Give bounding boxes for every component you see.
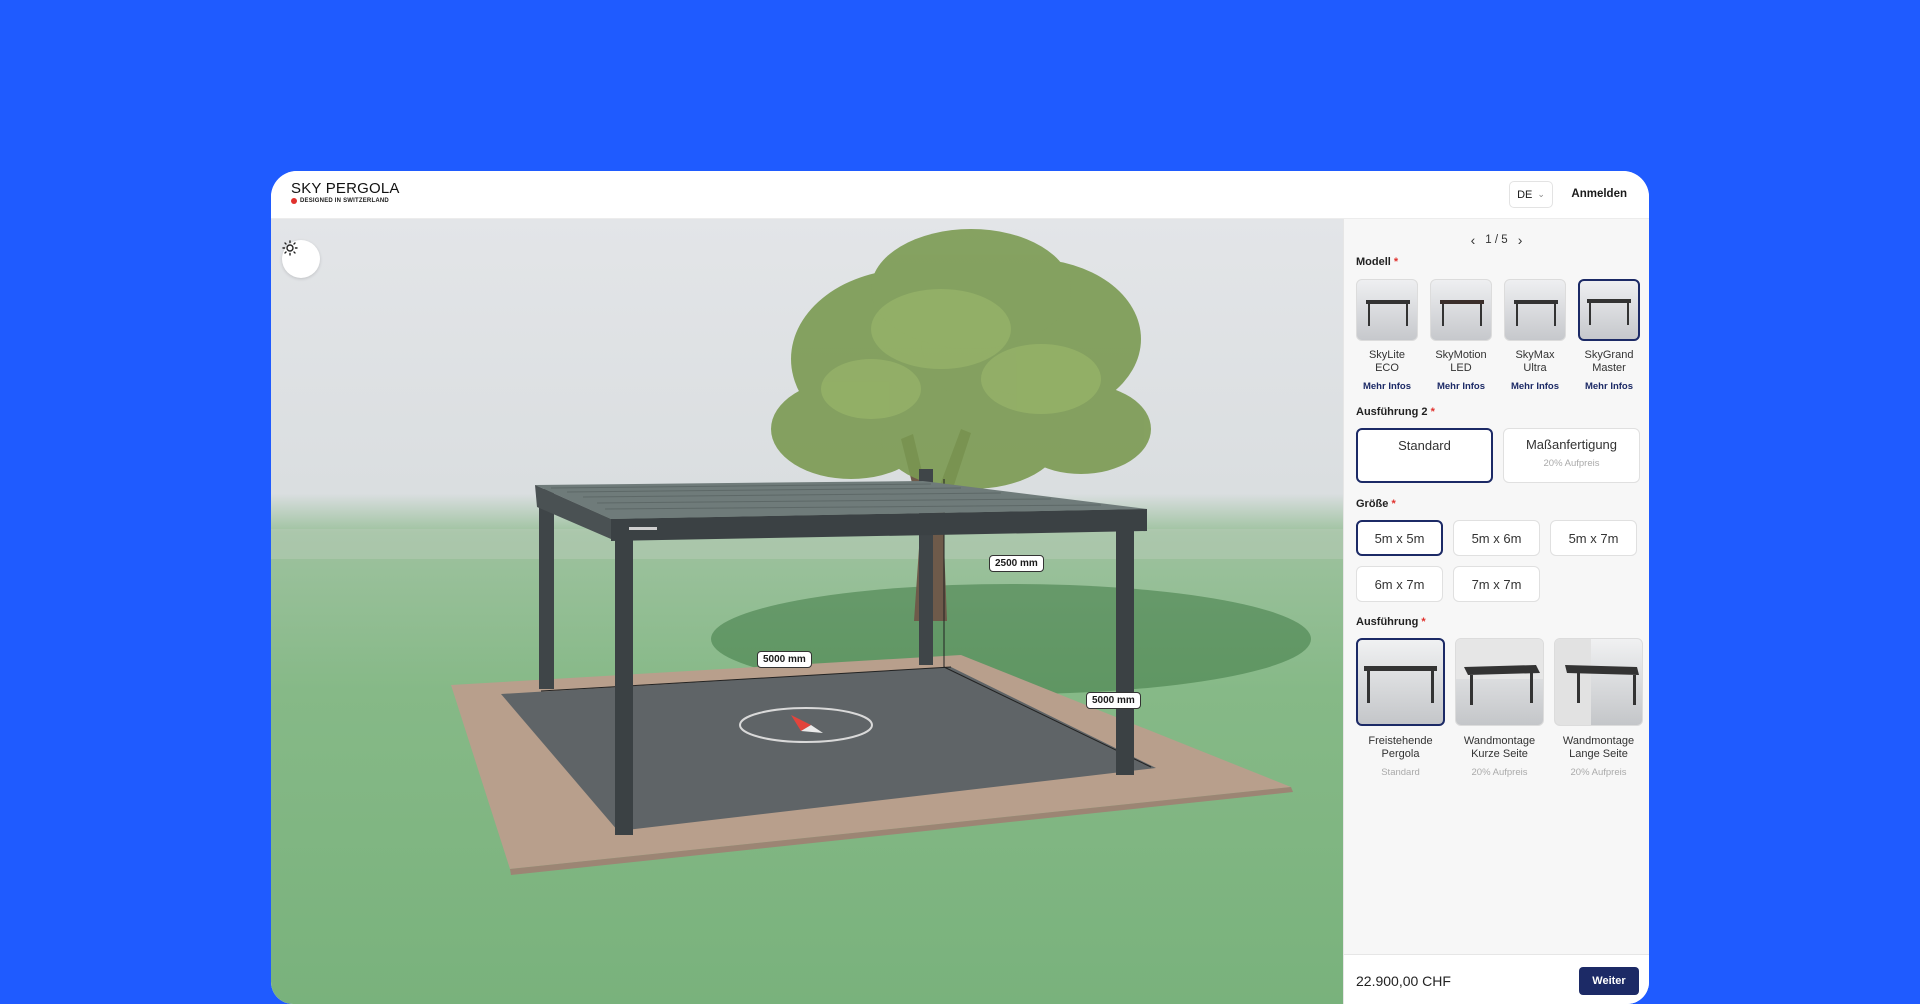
model-thumbnail: [1356, 279, 1418, 341]
size-option-6x7[interactable]: 6m x 7m: [1356, 566, 1443, 602]
option-title: Maßanfertigung: [1525, 437, 1618, 452]
mounting-freestanding-option[interactable]: Freistehende Pergola Standard: [1356, 638, 1445, 778]
size-option-7x7[interactable]: 7m x 7m: [1453, 566, 1540, 602]
light-toggle-button[interactable]: [282, 240, 320, 278]
execution2-options: Standard Maßanfertigung 20% Aufpreis: [1356, 428, 1640, 483]
swiss-flag-icon: [291, 198, 297, 204]
next-button[interactable]: Weiter: [1579, 967, 1639, 995]
size-options: 5m x 5m 5m x 6m 5m x 7m 6m x 7m 7m x 7m: [1356, 520, 1642, 602]
more-info-link[interactable]: Mehr Infos: [1504, 381, 1566, 392]
more-info-link[interactable]: Mehr Infos: [1578, 381, 1640, 392]
mounting-sub: Standard: [1381, 767, 1420, 778]
required-mark: *: [1391, 498, 1396, 510]
required-mark: *: [1430, 406, 1435, 418]
total-price: 22.900,00 CHF: [1356, 973, 1451, 989]
mounting-label: Ausführung *: [1356, 616, 1426, 628]
option-title: Standard: [1398, 438, 1451, 453]
top-bar: SKY PERGOLA DESIGNED IN SWITZERLAND DE ⌄…: [271, 171, 1649, 219]
panel-footer: 22.900,00 CHF Weiter: [1344, 954, 1649, 1004]
height-dimension-label: 2500 mm: [989, 555, 1044, 572]
execution2-label-text: Ausführung 2: [1356, 406, 1428, 418]
brand-tagline: DESIGNED IN SWITZERLAND: [291, 198, 400, 204]
execution-custom-option[interactable]: Maßanfertigung 20% Aufpreis: [1503, 428, 1640, 483]
mounting-thumbnail: [1356, 638, 1445, 726]
required-mark: *: [1393, 256, 1399, 268]
mounting-options: Freistehende Pergola Standard Wandmontag…: [1356, 638, 1643, 778]
mounting-label-text: Ausführung: [1356, 616, 1419, 628]
execution2-label: Ausführung 2 *: [1356, 406, 1435, 418]
model-options: SkyLite ECO Mehr Infos SkyMotion LED Meh…: [1356, 279, 1640, 392]
more-info-link[interactable]: Mehr Infos: [1430, 381, 1492, 392]
model-option-skylite[interactable]: SkyLite ECO Mehr Infos: [1356, 279, 1418, 392]
model-label-text: Modell: [1356, 256, 1391, 268]
language-select[interactable]: DE ⌄: [1509, 181, 1553, 208]
login-link[interactable]: Anmelden: [1571, 188, 1627, 200]
required-mark: *: [1421, 616, 1426, 628]
size-option-5x6[interactable]: 5m x 6m: [1453, 520, 1540, 556]
language-value: DE: [1517, 188, 1533, 201]
execution-standard-option[interactable]: Standard: [1356, 428, 1493, 483]
model-label: Modell *: [1356, 256, 1398, 268]
model-thumbnail: [1504, 279, 1566, 341]
step-indicator: 1 / 5: [1485, 234, 1508, 246]
size-label-text: Größe: [1356, 498, 1389, 510]
configurator-window: SKY PERGOLA DESIGNED IN SWITZERLAND DE ⌄…: [271, 171, 1649, 1004]
size-option-5x7[interactable]: 5m x 7m: [1550, 520, 1637, 556]
sun-icon: [282, 240, 298, 256]
model-option-skygrand[interactable]: SkyGrand Master Mehr Infos: [1578, 279, 1640, 392]
chevron-right-icon[interactable]: ›: [1518, 232, 1523, 248]
depth-dimension-label: 5000 mm: [1086, 692, 1141, 709]
model-option-skymax[interactable]: SkyMax Ultra Mehr Infos: [1504, 279, 1566, 392]
mounting-sub: 20% Aufpreis: [1471, 767, 1528, 778]
mounting-wall-long-option[interactable]: Wandmontage Lange Seite 20% Aufpreis: [1554, 638, 1643, 778]
model-thumbnail: [1430, 279, 1492, 341]
model-name: SkyLite ECO: [1368, 349, 1406, 374]
mounting-sub: 20% Aufpreis: [1570, 767, 1627, 778]
model-name: SkyMax Ultra: [1515, 349, 1555, 374]
model-thumbnail: [1578, 279, 1640, 341]
config-panel: ‹ 1 / 5 › Modell * SkyLite ECO Mehr Info…: [1343, 219, 1649, 1004]
pergola-scene: [271, 229, 1343, 875]
more-info-link[interactable]: Mehr Infos: [1356, 381, 1418, 392]
3d-viewport[interactable]: 2500 mm 5000 mm 5000 mm: [271, 219, 1343, 1004]
brand-tagline-text: DESIGNED IN SWITZERLAND: [300, 198, 389, 204]
option-subtitle: 20% Aufpreis: [1543, 458, 1600, 469]
mounting-name: Wandmontage Lange Seite: [1562, 735, 1635, 760]
size-option-5x5[interactable]: 5m x 5m: [1356, 520, 1443, 556]
brand-name: SKY PERGOLA: [291, 180, 400, 197]
brand-logo[interactable]: SKY PERGOLA DESIGNED IN SWITZERLAND: [291, 180, 400, 204]
chevron-left-icon[interactable]: ‹: [1471, 232, 1476, 248]
mounting-wall-short-option[interactable]: Wandmontage Kurze Seite 20% Aufpreis: [1455, 638, 1544, 778]
size-label: Größe *: [1356, 498, 1396, 510]
model-name: SkyMotion LED: [1435, 349, 1487, 374]
model-option-skymotion[interactable]: SkyMotion LED Mehr Infos: [1430, 279, 1492, 392]
mounting-thumbnail: [1455, 638, 1544, 726]
mounting-thumbnail: [1554, 638, 1643, 726]
chevron-down-icon: ⌄: [1537, 189, 1545, 199]
model-name: SkyGrand Master: [1584, 349, 1634, 374]
mounting-name: Wandmontage Kurze Seite: [1463, 735, 1536, 760]
width-dimension-label: 5000 mm: [757, 651, 812, 668]
step-pager: ‹ 1 / 5 ›: [1344, 232, 1649, 248]
mounting-name: Freistehende Pergola: [1368, 735, 1433, 760]
